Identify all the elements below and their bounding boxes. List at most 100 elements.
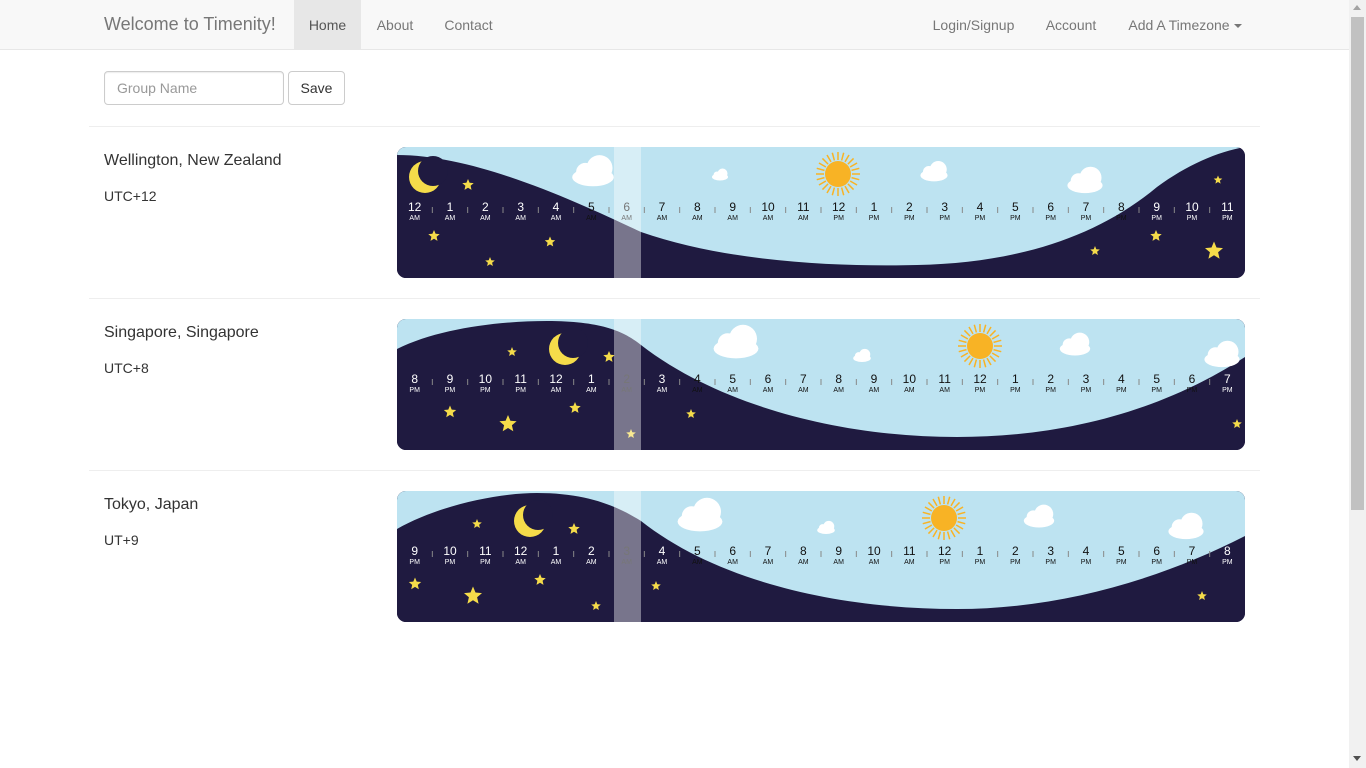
- ampm-label: AM: [586, 559, 597, 566]
- divider: [89, 298, 1260, 299]
- ampm-label: AM: [798, 559, 809, 566]
- scroll-thumb[interactable]: [1351, 17, 1364, 510]
- ampm-label: AM: [833, 559, 844, 566]
- timeline-tokyo[interactable]: 9 PM 10 PM 11 PM 12 AM 1 AM 2 AM 3 AM 4 AM 5 AM 6 AM 7 AM 8 AM 9…: [397, 491, 1245, 622]
- divider: [89, 470, 1260, 471]
- scroll-down-arrow-icon[interactable]: [1353, 756, 1361, 761]
- hour-label: 4: [694, 372, 701, 386]
- ampm-label: PM: [1151, 559, 1162, 566]
- ampm-label: PM: [1081, 387, 1092, 394]
- timezone-city: Singapore, Singapore: [104, 324, 259, 341]
- hour-label: 1: [553, 544, 560, 558]
- nav-login-signup[interactable]: Login/Signup: [917, 0, 1030, 50]
- ampm-label: PM: [939, 215, 950, 222]
- hour-label: 7: [800, 372, 807, 386]
- hour-label: 8: [835, 372, 842, 386]
- hour-label: 3: [623, 544, 630, 558]
- timezone-city: Wellington, New Zealand: [104, 152, 282, 169]
- hour-label: 3: [659, 372, 666, 386]
- timezone-row-wellington: Wellington, New Zealand UTC+12 12 AM 1 AM 2 A…: [0, 147, 1349, 317]
- hour-label: 10: [903, 372, 917, 386]
- nav-about[interactable]: About: [361, 0, 429, 50]
- ampm-label: AM: [657, 559, 668, 566]
- hour-label: 5: [1118, 544, 1125, 558]
- ampm-label: AM: [551, 215, 562, 222]
- ampm-label: PM: [904, 215, 915, 222]
- ampm-label: AM: [869, 387, 880, 394]
- hour-label: 1: [977, 544, 984, 558]
- hour-label: 9: [447, 372, 454, 386]
- ampm-label: AM: [480, 215, 491, 222]
- hour-label: 6: [1047, 200, 1054, 214]
- hour-label: 12: [973, 372, 987, 386]
- ampm-label: AM: [551, 559, 562, 566]
- ampm-label: PM: [409, 387, 420, 394]
- hour-label: 9: [1153, 200, 1160, 214]
- hour-label: 7: [765, 544, 772, 558]
- hour-label: 8: [1224, 544, 1231, 558]
- hour-label: 1: [588, 372, 595, 386]
- ampm-label: PM: [1045, 559, 1056, 566]
- ampm-label: AM: [409, 215, 420, 222]
- ampm-label: AM: [621, 559, 632, 566]
- scroll-up-arrow-icon[interactable]: [1353, 5, 1361, 10]
- ampm-label: PM: [1151, 387, 1162, 394]
- ampm-label: PM: [1187, 387, 1198, 394]
- ampm-label: AM: [515, 559, 526, 566]
- hour-label: 2: [588, 544, 595, 558]
- hour-label: 12: [514, 544, 528, 558]
- ampm-label: PM: [1116, 387, 1127, 394]
- ampm-label: PM: [1222, 215, 1233, 222]
- nav-account[interactable]: Account: [1030, 0, 1112, 50]
- nav-home[interactable]: Home: [294, 0, 361, 50]
- navbar: Welcome to Timenity! Home About Contact …: [0, 0, 1349, 50]
- hour-label: 10: [761, 200, 775, 214]
- hour-label: 5: [729, 372, 736, 386]
- hour-label: 1: [871, 200, 878, 214]
- hour-label: 3: [517, 200, 524, 214]
- sun-icon: [816, 152, 860, 196]
- hour-label: 6: [1189, 372, 1196, 386]
- ampm-label: PM: [1081, 215, 1092, 222]
- ampm-label: PM: [409, 559, 420, 566]
- hour-label: 12: [938, 544, 952, 558]
- timeline-singapore[interactable]: 8 PM 9 PM 10 PM 11 PM 12 AM 1 AM 2 AM 3 AM 4 AM 5 AM 6 AM 7 AM 8…: [397, 319, 1245, 450]
- hour-label: 10: [1185, 200, 1199, 214]
- hour-label: 4: [659, 544, 666, 558]
- hour-label: 12: [408, 200, 422, 214]
- nav-contact[interactable]: Contact: [429, 0, 508, 50]
- ampm-label: PM: [480, 387, 491, 394]
- hour-label: 4: [1118, 372, 1125, 386]
- hour-label: 9: [729, 200, 736, 214]
- hour-label: 4: [977, 200, 984, 214]
- hour-label: 1: [447, 200, 454, 214]
- nav-add-timezone-dropdown[interactable]: Add A Timezone: [1112, 0, 1258, 50]
- hour-label: 5: [694, 544, 701, 558]
- ampm-label: AM: [657, 215, 668, 222]
- ampm-label: AM: [869, 559, 880, 566]
- hour-label: 11: [797, 200, 810, 214]
- hour-label: 10: [479, 372, 493, 386]
- ampm-label: AM: [904, 559, 915, 566]
- timeline-wellington[interactable]: 12 AM 1 AM 2 AM 3 AM 4 AM 5 AM 6 AM 7 AM 8 AM 9 AM 10 AM 11 AM 1…: [397, 147, 1245, 278]
- ampm-label: PM: [1010, 215, 1021, 222]
- ampm-label: PM: [445, 559, 456, 566]
- hour-label: 8: [1118, 200, 1125, 214]
- ampm-label: PM: [1045, 215, 1056, 222]
- ampm-label: AM: [727, 387, 738, 394]
- save-button[interactable]: Save: [288, 71, 345, 105]
- hour-label: 2: [482, 200, 489, 214]
- group-name-input[interactable]: [104, 71, 284, 105]
- navbar-brand[interactable]: Welcome to Timenity!: [104, 14, 276, 35]
- divider: [89, 126, 1260, 127]
- hour-label: 5: [1153, 372, 1160, 386]
- ampm-label: PM: [939, 559, 950, 566]
- hour-label: 7: [1083, 200, 1090, 214]
- hour-label: 5: [1012, 200, 1019, 214]
- timezone-row-tokyo: Tokyo, Japan UT+9 9 PM 10 PM 11 PM 12 AM 1 AM 2 AM 3…: [0, 491, 1349, 661]
- timezone-city: Tokyo, Japan: [104, 496, 199, 513]
- ampm-label: AM: [621, 387, 632, 394]
- hour-label: 11: [903, 544, 916, 558]
- page-scrollbar[interactable]: [1349, 0, 1366, 768]
- ampm-label: PM: [1045, 387, 1056, 394]
